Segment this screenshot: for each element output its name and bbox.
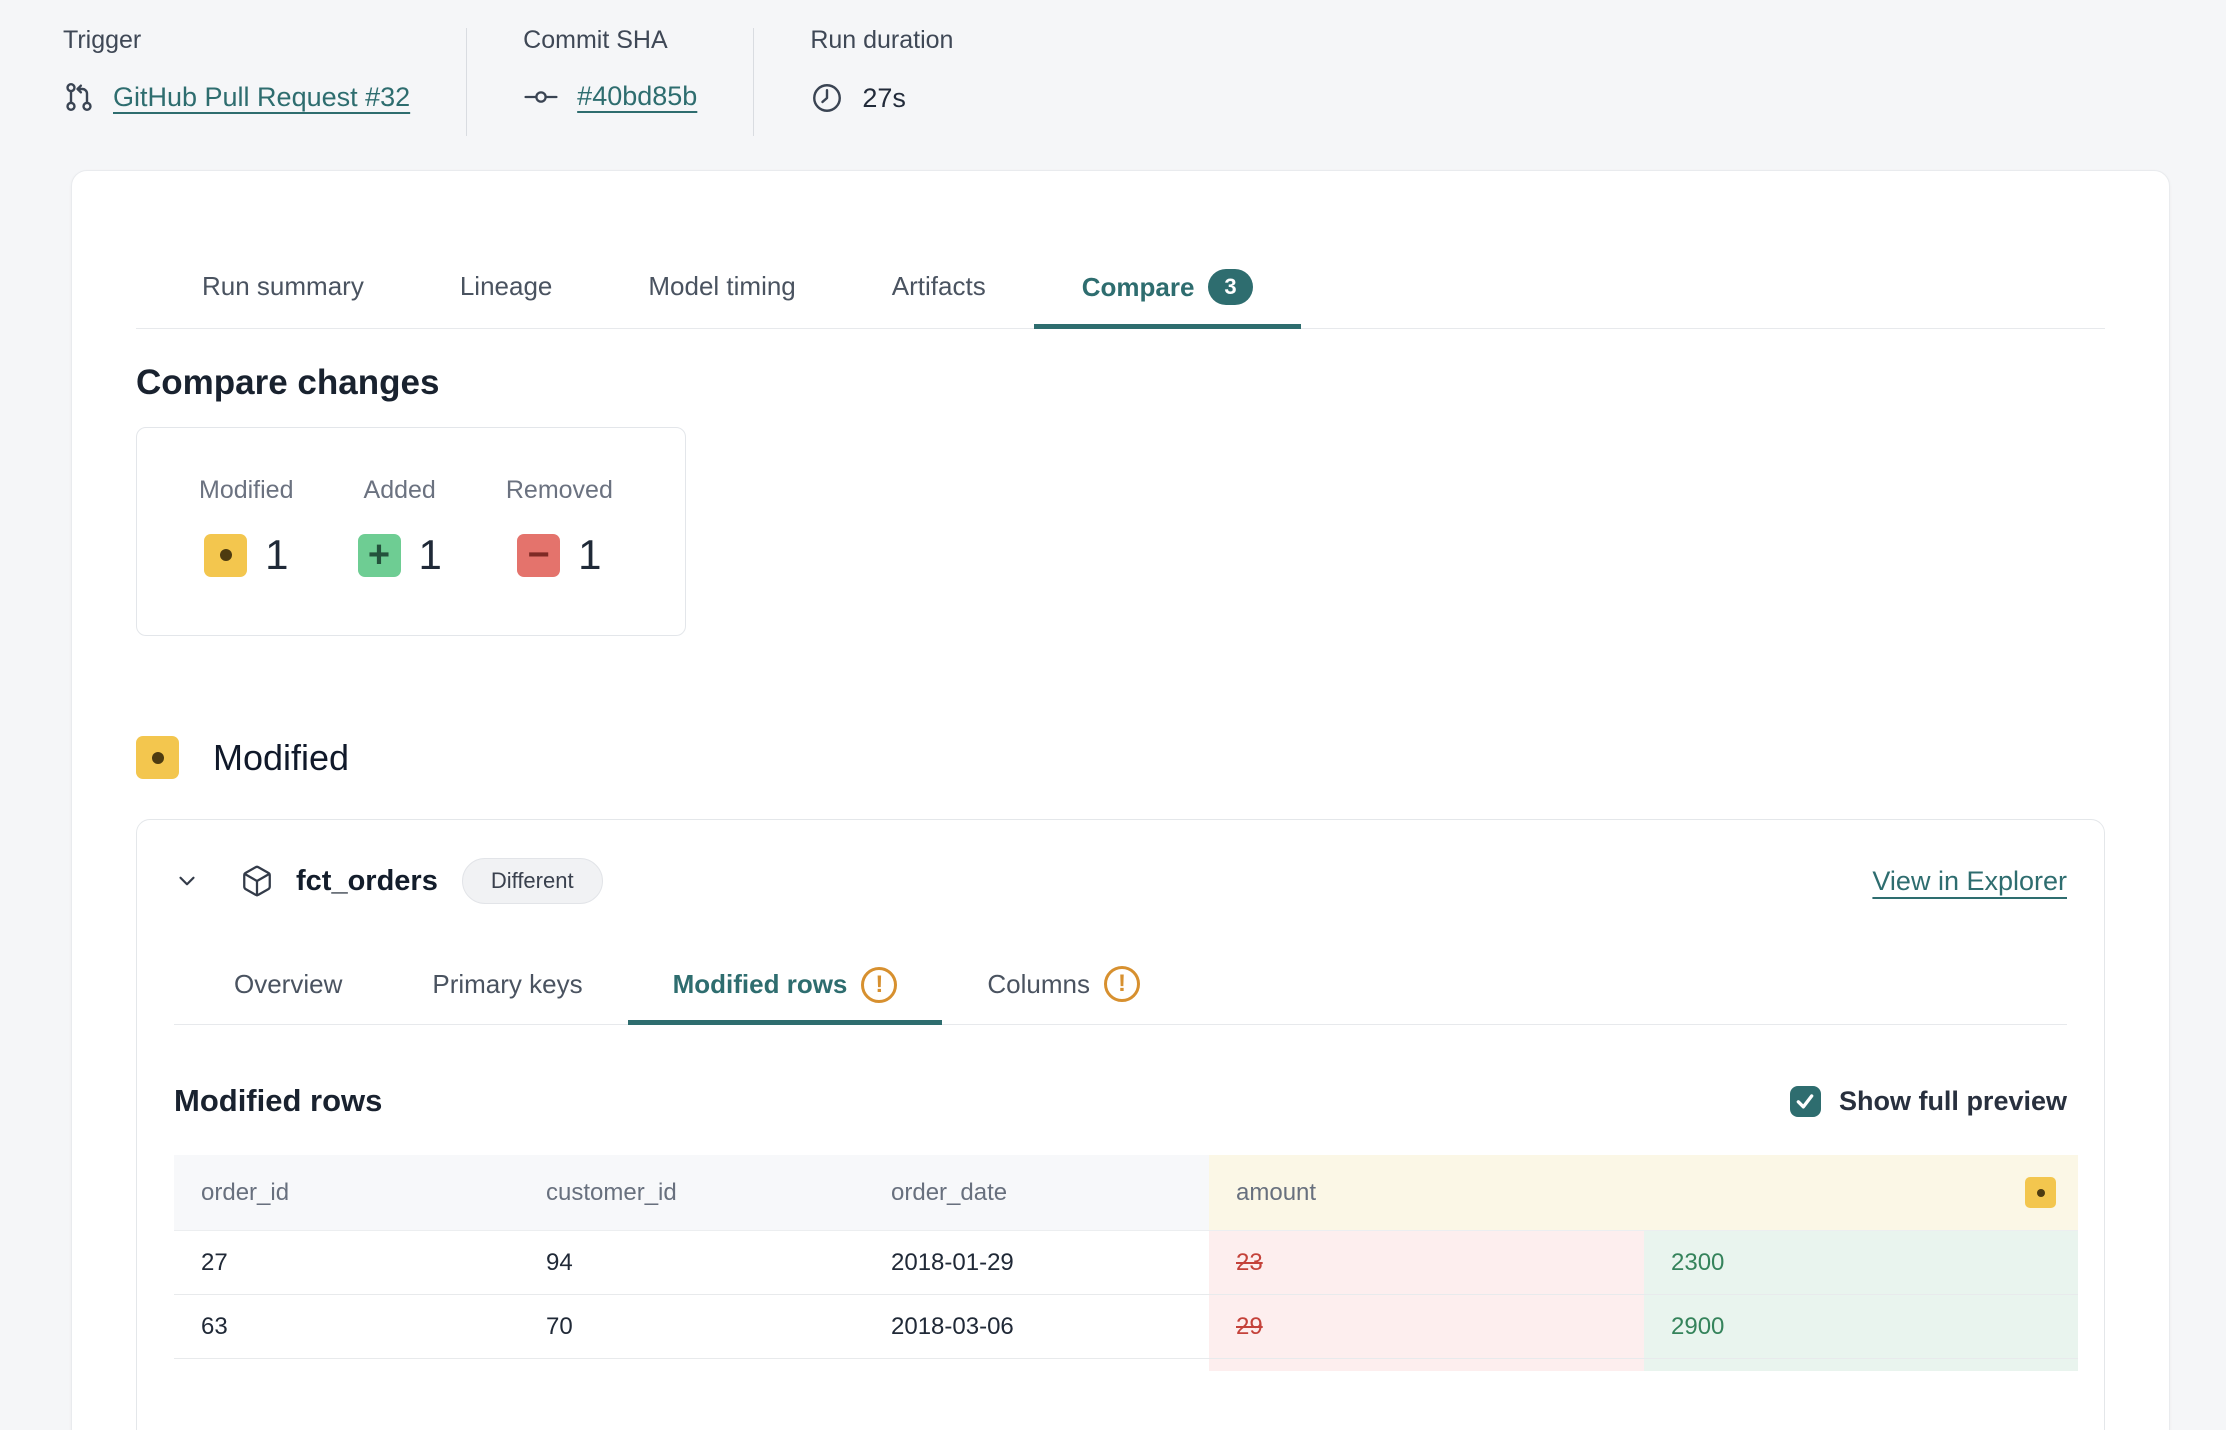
cell-order-id: 63 (174, 1295, 519, 1358)
removed-icon: − (517, 534, 560, 577)
warning-icon: ! (1104, 966, 1140, 1002)
table-row-partial (174, 1359, 2078, 1371)
tab-modified-rows[interactable]: Modified rows ! (628, 966, 943, 1025)
warning-icon: ! (861, 967, 897, 1003)
model-cube-icon (240, 864, 274, 898)
modified-rows-table: order_id customer_id order_date amount 2… (174, 1155, 2078, 1371)
trigger-group: Trigger GitHub Pull Request #32 (63, 26, 410, 170)
stat-added-label: Added (364, 476, 436, 505)
stat-removed: Removed − 1 (506, 476, 613, 579)
cell-order-id: 27 (174, 1231, 519, 1294)
clock-icon (810, 81, 844, 115)
run-tabs: Run summary Lineage Model timing Artifac… (136, 269, 2105, 329)
stat-removed-value: 1 (578, 531, 601, 579)
tab-primary-keys[interactable]: Primary keys (387, 966, 627, 1024)
modified-icon (136, 736, 179, 779)
model-name: fct_orders (296, 865, 438, 898)
modified-group-title: Modified (213, 737, 349, 779)
cell-order-date: 2018-01-29 (864, 1231, 1209, 1294)
pull-request-icon (63, 81, 95, 113)
commit-icon (523, 84, 559, 110)
checkbox-checked-icon[interactable] (1790, 1086, 1821, 1117)
tab-overview[interactable]: Overview (189, 966, 387, 1024)
show-full-preview-toggle[interactable]: Show full preview (1790, 1086, 2067, 1117)
modified-rows-title: Modified rows (174, 1083, 382, 1119)
model-card-fct-orders: fct_orders Different View in Explorer Ov… (136, 819, 2105, 1430)
duration-group: Run duration 27s (810, 26, 953, 170)
run-duration-value: 27s (862, 83, 906, 114)
chevron-down-icon[interactable] (174, 868, 200, 894)
compare-stats-box: Modified 1 Added + 1 Removed − 1 (136, 427, 686, 636)
view-in-explorer-link[interactable]: View in Explorer (1872, 866, 2067, 897)
compare-count-badge: 3 (1208, 269, 1252, 305)
trigger-label: Trigger (63, 26, 410, 55)
modified-column-icon (2025, 1177, 2056, 1208)
model-header-row: fct_orders Different View in Explorer (174, 858, 2067, 904)
modified-group-header: Modified (136, 736, 2105, 779)
header-divider (466, 28, 467, 136)
stat-modified-label: Modified (199, 476, 294, 505)
compare-changes-title: Compare changes (136, 363, 2105, 403)
added-icon: + (358, 534, 401, 577)
tab-lineage[interactable]: Lineage (412, 269, 601, 328)
show-full-preview-label: Show full preview (1839, 1086, 2067, 1117)
cell-amount-old: 29 (1209, 1295, 1644, 1358)
duration-label: Run duration (810, 26, 953, 55)
table-row: 27 94 2018-01-29 23 2300 (174, 1231, 2078, 1295)
stat-modified-value: 1 (265, 531, 288, 579)
tab-compare-label: Compare (1082, 272, 1195, 303)
column-header-amount: amount (1209, 1155, 2078, 1230)
stat-added-value: 1 (419, 531, 442, 579)
column-header-customer-id: customer_id (519, 1155, 864, 1230)
cell-customer-id: 94 (519, 1231, 864, 1294)
run-detail-page: Trigger GitHub Pull Request #32 Commit S… (0, 0, 2226, 1430)
amount-header-label: amount (1236, 1179, 1316, 1207)
tab-columns[interactable]: Columns ! (942, 966, 1185, 1024)
table-header-row: order_id customer_id order_date amount (174, 1155, 2078, 1231)
commit-sha-link[interactable]: #40bd85b (577, 81, 697, 112)
tab-artifacts[interactable]: Artifacts (844, 269, 1034, 328)
stat-modified: Modified 1 (199, 476, 294, 579)
tab-compare[interactable]: Compare 3 (1034, 269, 1301, 329)
tab-modified-rows-label: Modified rows (673, 969, 848, 1000)
tab-model-timing[interactable]: Model timing (600, 269, 843, 328)
tab-run-summary[interactable]: Run summary (154, 269, 412, 328)
tab-columns-label: Columns (987, 969, 1090, 1000)
model-tabs: Overview Primary keys Modified rows ! Co… (174, 966, 2067, 1025)
modified-icon (204, 534, 247, 577)
column-header-order-date: order_date (864, 1155, 1209, 1230)
commit-group: Commit SHA #40bd85b (523, 26, 697, 170)
run-meta-header: Trigger GitHub Pull Request #32 Commit S… (0, 0, 2226, 170)
cell-order-date: 2018-03-06 (864, 1295, 1209, 1358)
stat-removed-label: Removed (506, 476, 613, 505)
table-row: 63 70 2018-03-06 29 2900 (174, 1295, 2078, 1359)
cell-amount-new: 2300 (1644, 1231, 2078, 1294)
modified-rows-header: Modified rows Show full preview (174, 1083, 2067, 1119)
cell-amount-new: 2900 (1644, 1295, 2078, 1358)
stat-added: Added + 1 (358, 476, 442, 579)
header-divider (753, 28, 754, 136)
run-detail-card: Run summary Lineage Model timing Artifac… (71, 170, 2170, 1430)
trigger-link[interactable]: GitHub Pull Request #32 (113, 82, 410, 113)
cell-amount-old: 23 (1209, 1231, 1644, 1294)
commit-label: Commit SHA (523, 26, 697, 55)
model-status-badge: Different (462, 858, 603, 904)
column-header-order-id: order_id (174, 1155, 519, 1230)
cell-customer-id: 70 (519, 1295, 864, 1358)
